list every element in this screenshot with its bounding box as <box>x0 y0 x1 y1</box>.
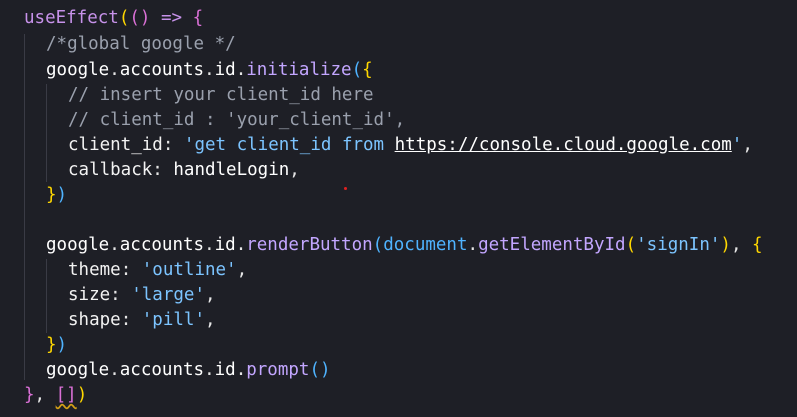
token-dot: . <box>109 235 120 255</box>
token-method: prompt <box>246 360 310 380</box>
code-line-4: // insert your client_id here <box>68 83 374 108</box>
token-identifier: google <box>46 235 110 255</box>
token-method: renderButton <box>246 235 373 255</box>
token-comma: , <box>205 285 216 305</box>
token-colon: : <box>120 310 142 330</box>
token-colon: : <box>152 160 174 180</box>
token-paren: ( <box>372 235 384 255</box>
token-comma: , <box>730 235 753 255</box>
code-line-1: useEffect(() => { <box>24 6 203 31</box>
cursor-marker <box>344 187 347 190</box>
token-method: initialize <box>246 60 352 80</box>
token-dot: . <box>204 235 215 255</box>
token-colon: : <box>120 260 142 280</box>
token-paren: () <box>309 360 331 380</box>
token-paren: ( <box>351 60 363 80</box>
token-identifier: google <box>46 360 110 380</box>
code-line-6: client_id: 'get client_id from https://c… <box>68 133 753 158</box>
token-paren: ( <box>129 8 140 28</box>
token-dot: . <box>204 60 215 80</box>
token-colon: : <box>110 285 132 305</box>
code-line-2: /*global google */ <box>46 32 236 57</box>
code-line-14: }) <box>46 333 67 358</box>
token-property: client_id <box>68 135 163 155</box>
indent-guide-2 <box>46 84 47 182</box>
token-paren: ( <box>625 235 637 255</box>
token-property: shape <box>68 310 121 330</box>
token-property: size <box>68 285 111 305</box>
code-line-13: shape: 'pill', <box>68 308 216 333</box>
code-line-3: google.accounts.id.initialize({ <box>46 58 373 83</box>
code-line-8: }) <box>46 183 67 208</box>
token-property: theme <box>68 260 121 280</box>
code-line-16: }, []) <box>24 383 87 408</box>
token-brace: } <box>24 385 35 405</box>
token-dot: . <box>204 360 215 380</box>
token-paren: ) <box>720 235 731 255</box>
token-comma: , <box>289 160 300 180</box>
indent-guide-3 <box>46 259 47 333</box>
token-paren: ) <box>56 335 68 355</box>
token-identifier: id <box>214 360 236 380</box>
token-identifier: accounts <box>119 235 205 255</box>
token-comment: // insert your client_id here <box>68 85 374 105</box>
token-dot: . <box>235 360 247 380</box>
indent-guide-1 <box>24 34 25 380</box>
token-string: 'get client_id from <box>183 135 395 155</box>
token-paren: ( <box>118 8 130 28</box>
token-deps-array[interactable]: [] <box>56 385 77 405</box>
token-dot: . <box>467 235 479 255</box>
token-function: useEffect <box>24 8 119 28</box>
token-colon: : <box>162 135 184 155</box>
code-editor[interactable]: useEffect(() => { /*global google */ goo… <box>0 0 797 417</box>
token-comment: /*global google */ <box>46 34 236 54</box>
token-comma: , <box>204 310 216 330</box>
token-paren: ) <box>56 185 68 205</box>
code-line-11: theme: 'outline', <box>68 258 247 283</box>
token-comma: , <box>236 260 248 280</box>
token-identifier: accounts <box>119 360 205 380</box>
token-brace: } <box>46 185 57 205</box>
token-dot: . <box>109 360 120 380</box>
token-method: getElementById <box>478 235 626 255</box>
url-link[interactable]: https://console.cloud.google.com <box>395 135 732 155</box>
token-dot: . <box>109 60 120 80</box>
token-brace: { <box>752 235 763 255</box>
token-brace: { <box>362 60 373 80</box>
token-string: 'signIn' <box>636 235 721 255</box>
token-comment: // client_id : 'your_client_id', <box>68 110 406 130</box>
token-identifier: document <box>383 235 468 255</box>
token-brace: } <box>46 335 57 355</box>
token-dot: . <box>235 235 247 255</box>
token-brace: { <box>192 8 204 28</box>
token-dot: . <box>235 60 247 80</box>
token-comma: , <box>34 385 56 405</box>
token-string: ' <box>731 135 743 155</box>
code-line-7: callback: handleLogin, <box>68 158 300 183</box>
token-identifier: id <box>214 60 236 80</box>
token-string: 'pill' <box>141 310 205 330</box>
token-string: 'large' <box>131 285 205 305</box>
token-identifier: google <box>46 60 110 80</box>
token-paren: ) <box>76 385 88 405</box>
token-identifier: handleLogin <box>173 160 290 180</box>
token-string: 'outline' <box>141 260 237 280</box>
token-comma: , <box>742 135 753 155</box>
token-identifier: id <box>214 235 236 255</box>
code-line-12: size: 'large', <box>68 283 216 308</box>
token-arrow: => <box>150 8 193 28</box>
code-line-5: // client_id : 'your_client_id', <box>68 108 405 133</box>
token-paren: ) <box>139 8 151 28</box>
token-identifier: accounts <box>119 60 205 80</box>
token-property: callback <box>68 160 153 180</box>
code-line-10: google.accounts.id.renderButton(document… <box>46 233 763 258</box>
code-line-15: google.accounts.id.prompt() <box>46 358 331 383</box>
